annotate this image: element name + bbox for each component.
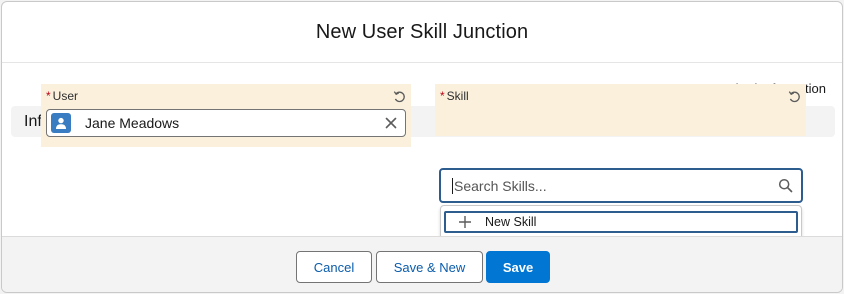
modal-header: New User Skill Junction xyxy=(2,2,842,63)
skill-field: * Skill xyxy=(435,84,806,136)
skill-field-label-row: * Skill xyxy=(440,88,801,104)
required-star: * xyxy=(46,89,51,103)
undo-icon[interactable] xyxy=(787,89,801,103)
skill-search-input[interactable] xyxy=(454,177,777,194)
modal-footer: Cancel Save & New Save xyxy=(2,236,842,292)
text-caret xyxy=(452,177,453,194)
cancel-button[interactable]: Cancel xyxy=(296,251,372,283)
skill-search-box[interactable] xyxy=(439,168,803,203)
skill-field-label: Skill xyxy=(446,89,469,103)
dropdown-item-new-skill[interactable]: New Skill xyxy=(444,211,798,233)
search-icon[interactable] xyxy=(777,178,793,194)
required-star: * xyxy=(440,89,445,103)
user-lookup-pill[interactable]: Jane Meadows xyxy=(46,109,406,137)
user-field-label-row: * User xyxy=(46,88,406,104)
dropdown-item-label: New Skill xyxy=(485,215,537,229)
modal-title: New User Skill Junction xyxy=(315,20,529,43)
user-field: * User Jane Meadows xyxy=(41,84,411,147)
close-icon[interactable] xyxy=(383,115,399,131)
save-and-new-button[interactable]: Save & New xyxy=(376,251,483,283)
modal-dialog: New User Skill Junction *= Required Info… xyxy=(1,1,843,293)
skill-lookup-dropdown: New Skill xyxy=(440,205,802,240)
user-avatar-icon xyxy=(51,113,71,133)
plus-icon xyxy=(458,215,472,229)
undo-icon[interactable] xyxy=(392,89,406,103)
save-button[interactable]: Save xyxy=(486,251,550,283)
user-value: Jane Meadows xyxy=(85,115,180,131)
user-field-label: User xyxy=(52,89,79,103)
